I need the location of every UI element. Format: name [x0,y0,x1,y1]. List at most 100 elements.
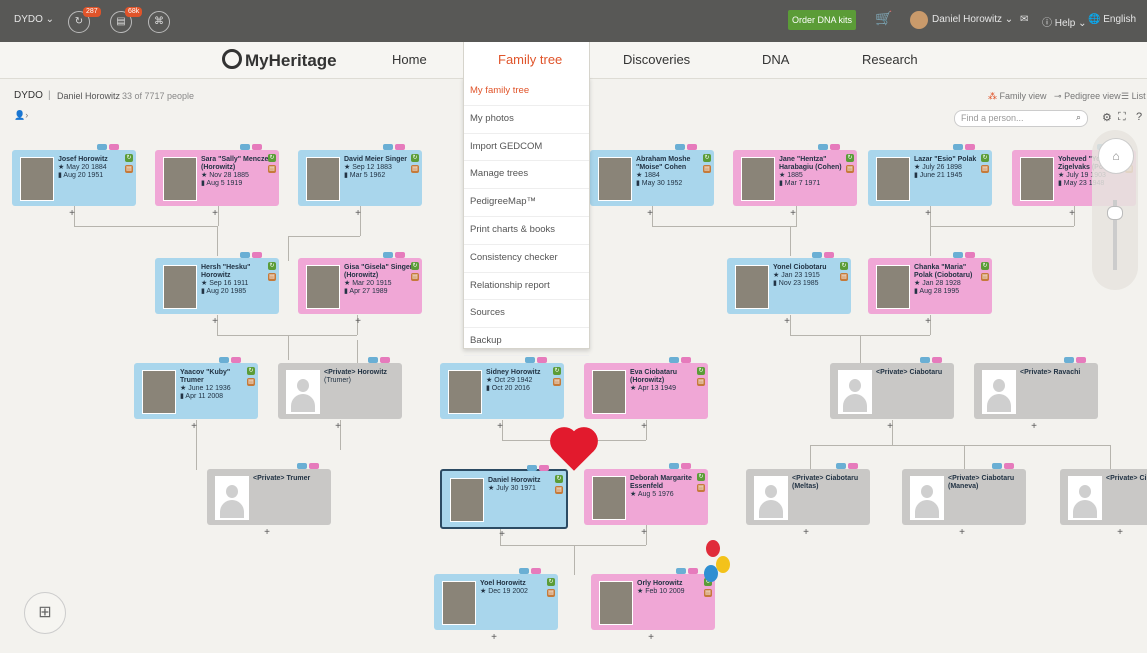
language-menu[interactable]: 🌐 English [1088,14,1136,25]
person-card[interactable]: Yoel Horowitz ★ Dec 19 2002 ↻ ▤ + [434,568,558,643]
add-relative-icon[interactable]: + [210,208,220,219]
person-card[interactable]: Deborah Margarite Essenfeld ★ Aug 5 1976 ↻… [584,463,708,538]
person-card[interactable]: <Private> Trumer + [207,463,331,538]
add-relative-icon[interactable]: + [885,421,895,432]
cart-icon[interactable]: 🛒 [875,10,892,27]
add-relative-icon[interactable]: + [639,421,649,432]
tree-icon[interactable]: ↻ [697,367,705,375]
person-card[interactable]: Abraham Moshe "Moise" Cohen ★ 1884 ▮ May 3… [590,144,714,219]
pedigree-view-tab[interactable]: ⊸ Pedigree view [1054,91,1121,102]
parents-connector-icon[interactable] [675,137,699,150]
parents-connector-icon[interactable] [219,350,243,363]
fullscreen-icon[interactable]: ⛶ [1118,111,1126,124]
add-relative-icon[interactable]: + [489,632,499,643]
tree-icon[interactable]: ↻ [846,154,854,162]
parents-connector-icon[interactable] [920,350,944,363]
person-card[interactable]: Eva Ciobataru (Horowitz) ★ Apr 13 1949 ↻ ▤ + [584,357,708,432]
person-card[interactable]: Chanka "Maria" Polak (Ciobotaru) ★ Jan 28… [868,252,992,327]
add-relative-icon[interactable]: + [495,421,505,432]
parents-connector-icon[interactable] [992,456,1016,469]
record-icon[interactable]: ▤ [268,165,276,173]
notifications-icon[interactable]: ↻ 287 [68,7,101,33]
dropdown-item[interactable]: My photos [464,106,589,134]
person-card[interactable]: <Private> Ravachi + [974,357,1098,432]
record-matches-icon[interactable]: ⌘ [148,11,170,33]
parents-connector-icon[interactable] [519,561,543,574]
parents-connector-icon[interactable] [240,137,264,150]
parents-connector-icon[interactable] [812,245,836,258]
person-card[interactable]: Sara "Sally" Menczel (Horowitz) ★ Nov 28 … [155,144,279,219]
nav-discoveries[interactable]: Discoveries [623,52,690,67]
person-card[interactable]: Hersh "Hesku" Horowitz ★ Sep 16 1911 ▮ Aug… [155,252,279,327]
record-icon[interactable]: ▤ [703,165,711,173]
person-card[interactable]: <Private> Ciabotaru + [830,357,954,432]
dropdown-item[interactable]: Consistency checker [464,245,589,273]
order-dna-button[interactable]: Order DNA kits [788,10,856,30]
zoom-slider-handle[interactable] [1107,206,1123,220]
family-view-tab[interactable]: ⁂ Family view [988,91,1047,102]
tree-icon[interactable]: ↻ [697,473,705,481]
parents-connector-icon[interactable] [1064,350,1088,363]
help-menu[interactable]: ⓘ Help ⌄ [1042,14,1087,29]
record-icon[interactable]: ▤ [704,589,712,597]
pan-home-icon[interactable]: ⌂ [1098,138,1134,174]
nav-dna[interactable]: DNA [762,52,789,67]
add-relative-icon[interactable]: + [210,316,220,327]
nav-home[interactable]: Home [392,52,427,67]
avatar[interactable] [910,11,928,29]
add-relative-icon[interactable]: + [189,421,199,432]
dropdown-item[interactable]: Manage trees [464,161,589,190]
user-menu[interactable]: Daniel Horowitz ⌄ [932,14,1013,25]
dropdown-item[interactable]: Backup [464,328,589,356]
nav-family-tree[interactable]: Family tree [463,42,590,78]
add-relative-icon[interactable]: + [262,527,272,538]
add-relative-icon[interactable]: + [353,316,363,327]
tree-icon[interactable]: ↻ [840,262,848,270]
parents-connector-icon[interactable] [297,456,321,469]
tree-icon[interactable]: ↻ [268,262,276,270]
record-icon[interactable]: ▤ [840,273,848,281]
record-icon[interactable]: ▤ [981,273,989,281]
site-selector[interactable]: DYDO ⌄ [14,14,54,25]
nav-research[interactable]: Research [862,52,918,67]
person-card[interactable]: Jane "Hentza" Harabagiu (Cohen) ★ 1885 ▮ M… [733,144,857,219]
add-relative-icon[interactable]: + [646,632,656,643]
record-icon[interactable]: ▤ [411,273,419,281]
record-icon[interactable]: ▤ [268,273,276,281]
logo[interactable]: MyHeritage [222,49,337,71]
tree-icon[interactable]: ↻ [411,154,419,162]
add-relative-icon[interactable]: + [639,527,649,538]
parents-connector-icon[interactable] [383,137,407,150]
person-card[interactable]: <Private> Ciabotaru (Maneva) + [902,463,1026,538]
dropdown-item[interactable]: Sources [464,300,589,329]
record-icon[interactable]: ▤ [981,165,989,173]
tree-overview-icon[interactable]: ⊞ [24,592,66,634]
parents-connector-icon[interactable] [383,245,407,258]
dropdown-item[interactable]: Relationship report [464,273,589,301]
record-icon[interactable]: ▤ [697,484,705,492]
add-relative-icon[interactable]: + [957,527,967,538]
parents-connector-icon[interactable] [818,137,842,150]
gear-icon[interactable]: ⚙ [1102,111,1112,124]
person-card[interactable]: <Private> Horowitz (Trumer) + [278,357,402,432]
tree-icon[interactable]: ↻ [555,475,563,483]
person-card[interactable]: Yaacov "Kuby" Trumer ★ June 12 1936 ▮ Apr … [134,357,258,432]
add-relative-icon[interactable]: + [1115,527,1125,538]
parents-connector-icon[interactable] [97,137,121,150]
tree-icon[interactable]: ↻ [268,154,276,162]
tree-icon[interactable]: ↻ [981,154,989,162]
parents-connector-icon[interactable] [669,456,693,469]
parents-connector-icon[interactable] [368,350,392,363]
add-relative-icon[interactable]: + [1067,208,1077,219]
person-card[interactable]: Sidney Horowitz ★ Oct 29 1942 ▮ Oct 20 201… [440,357,564,432]
tree-title[interactable]: Daniel Horowitz [57,91,120,101]
person-card[interactable]: Yonel Ciobotaru ★ Jan 23 1915 ▮ Nov 23 198… [727,252,851,327]
parents-connector-icon[interactable] [240,245,264,258]
person-card[interactable]: Daniel Horowitz ★ July 30 1971 ↻ ▤ + [440,465,568,540]
parents-connector-icon[interactable] [836,456,860,469]
record-icon[interactable]: ▤ [553,378,561,386]
matches-icon[interactable]: ▤ 68k [110,7,143,33]
tree-icon[interactable]: ↻ [411,262,419,270]
add-relative-icon[interactable]: + [1029,421,1039,432]
parents-connector-icon[interactable] [669,350,693,363]
